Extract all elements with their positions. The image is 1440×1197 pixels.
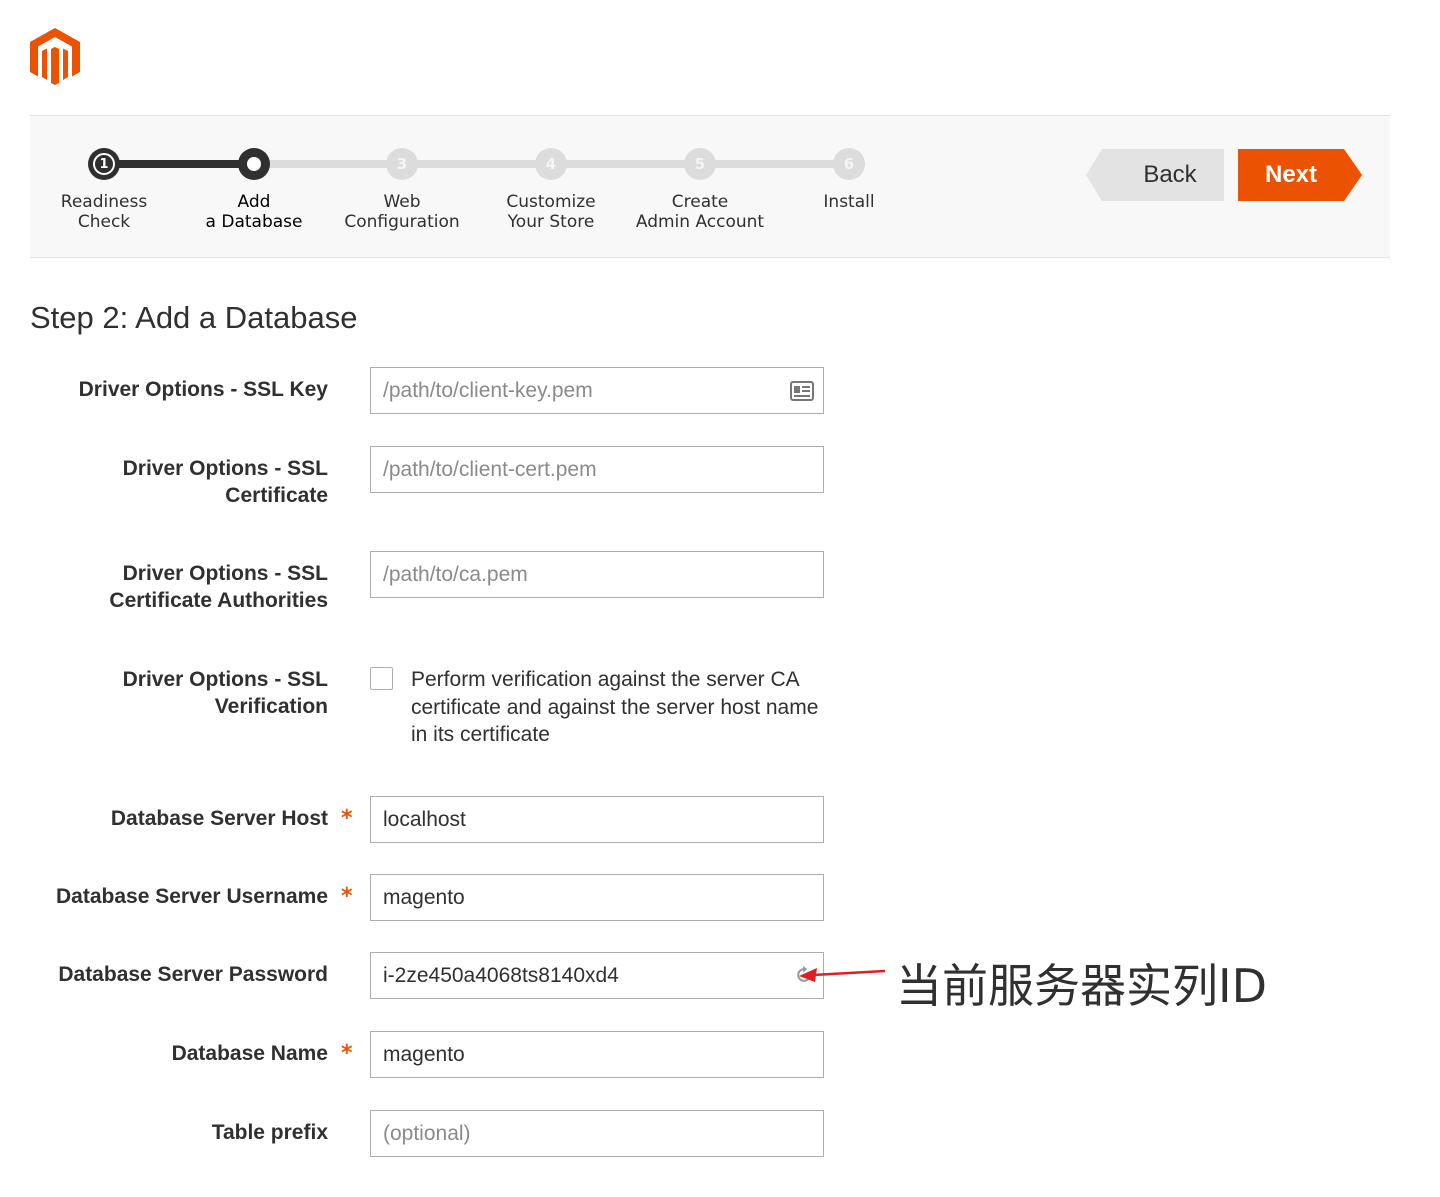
annotation-label: 当前服务器实列ID bbox=[896, 959, 1267, 1013]
step-5-label-line2: Admin Account bbox=[635, 212, 765, 232]
table-prefix-input[interactable] bbox=[370, 1110, 824, 1157]
annotation-arrow-icon bbox=[799, 968, 886, 982]
step-5-label-line1: Create bbox=[671, 192, 729, 212]
step-6-number: 6 bbox=[843, 155, 855, 173]
table-prefix-label: Table prefix bbox=[211, 1121, 328, 1144]
step-1-label-line1: Readiness bbox=[60, 192, 148, 212]
step-6-marker: 6 bbox=[833, 148, 865, 180]
ssl-ca-input[interactable] bbox=[370, 551, 824, 598]
db-password-input[interactable] bbox=[370, 952, 824, 999]
back-button[interactable]: Back bbox=[1086, 149, 1224, 201]
page-title: Step 2: Add a Database bbox=[30, 300, 358, 335]
step-2-label-line2: a Database bbox=[205, 212, 303, 232]
step-2-marker bbox=[238, 148, 270, 180]
step-3-label-line1: Web bbox=[383, 192, 421, 212]
step-5-number: 5 bbox=[694, 155, 706, 173]
step-3-label-line2: Configuration bbox=[344, 212, 460, 232]
step-5-marker: 5 bbox=[684, 148, 716, 180]
ssl-key-input[interactable] bbox=[370, 367, 824, 414]
step-4-label-line1: Customize bbox=[506, 192, 596, 212]
db-password-label: Database Server Password bbox=[58, 963, 328, 986]
ssl-verify-label-line2: Verification bbox=[214, 695, 328, 718]
step-3-number: 3 bbox=[396, 155, 408, 173]
ssl-verify-label: Driver Options - SSL Verification bbox=[123, 666, 328, 720]
ssl-cert-label-line1: Driver Options - SSL bbox=[122, 457, 328, 480]
step-5-label: Create Admin Account bbox=[620, 192, 780, 232]
db-name-label: Database Name bbox=[171, 1042, 328, 1065]
step-4-marker: 4 bbox=[535, 148, 567, 180]
step-1-label: Readiness Check bbox=[24, 192, 184, 232]
required-asterisk: * bbox=[341, 806, 353, 831]
contact-card-icon bbox=[790, 381, 814, 401]
step-4-label: Customize Your Store bbox=[471, 192, 631, 232]
step-6-label-line1: Install bbox=[823, 192, 875, 212]
step-6-label: Install bbox=[769, 192, 929, 212]
ssl-verify-label-line1: Driver Options - SSL bbox=[122, 668, 328, 691]
step-1-label-line2: Check bbox=[77, 212, 131, 232]
db-name-input[interactable] bbox=[370, 1031, 824, 1078]
step-3-label: Web Configuration bbox=[322, 192, 482, 232]
db-username-label: Database Server Username bbox=[56, 885, 328, 908]
next-button[interactable]: Next bbox=[1238, 149, 1362, 201]
step-3-marker: 3 bbox=[386, 148, 418, 180]
ssl-verify-checkbox[interactable] bbox=[370, 667, 393, 690]
ssl-ca-label: Driver Options - SSL Certificate Authori… bbox=[109, 560, 328, 614]
required-asterisk: * bbox=[341, 1041, 353, 1066]
ssl-ca-label-line2: Certificate Authorities bbox=[109, 589, 328, 612]
db-host-label: Database Server Host bbox=[110, 807, 328, 830]
magento-logo-icon bbox=[30, 28, 80, 85]
ssl-key-label: Driver Options - SSL Key bbox=[78, 378, 328, 401]
step-4-label-line2: Your Store bbox=[507, 212, 595, 232]
current-step-indicator bbox=[247, 157, 261, 171]
setup-wizard-progress: 1 3 4 5 6 Readiness Check Add a Database… bbox=[30, 115, 1390, 258]
ssl-ca-label-line1: Driver Options - SSL bbox=[122, 562, 328, 585]
ssl-verify-checkbox-text: Perform verification against the server … bbox=[411, 668, 819, 746]
ssl-cert-label: Driver Options - SSL Certificate bbox=[123, 455, 328, 509]
step-1-marker: 1 bbox=[88, 148, 120, 180]
db-host-input[interactable] bbox=[370, 796, 824, 843]
db-username-input[interactable] bbox=[370, 874, 824, 921]
ssl-cert-input[interactable] bbox=[370, 446, 824, 493]
step-2-label-line1: Add bbox=[237, 192, 271, 212]
progress-track-done bbox=[104, 160, 254, 168]
step-4-number: 4 bbox=[545, 155, 557, 173]
required-asterisk: * bbox=[341, 884, 353, 909]
step-1-number: 1 bbox=[93, 153, 115, 175]
ssl-cert-label-line2: Certificate bbox=[225, 484, 328, 507]
step-2-label: Add a Database bbox=[174, 192, 334, 232]
